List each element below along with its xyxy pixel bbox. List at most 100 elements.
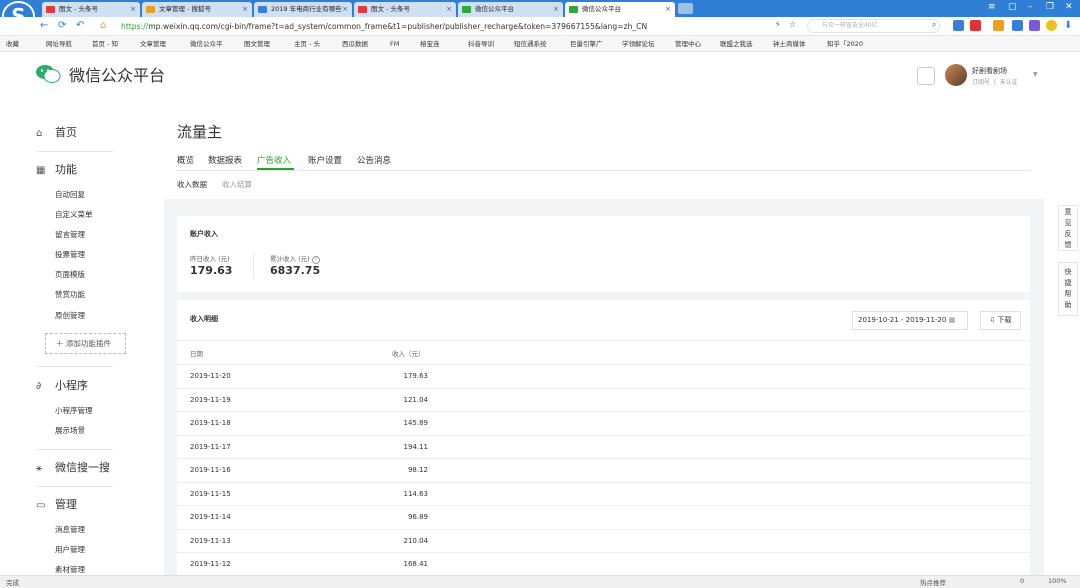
wechat-logo-icon (36, 65, 61, 83)
back-icon[interactable]: ← (40, 20, 48, 31)
tab-label: 微信公众平台 (475, 5, 514, 13)
url-field[interactable]: https://mp.weixin.qq.com/cgi-bin/frame?t… (121, 19, 763, 34)
sidebar-item[interactable]: 用户管理 (55, 544, 85, 555)
browser-tab[interactable]: 文章管理 - 搜狐号 × (142, 2, 252, 17)
chevron-down-icon[interactable]: ▼ (1033, 71, 1038, 78)
bookmark-item[interactable]: 西瓜数据 (342, 39, 368, 49)
bookmark-item[interactable]: 文章管理 (140, 39, 166, 49)
row-income: 194.11 (403, 442, 429, 451)
undo-icon[interactable]: ↶ (76, 20, 84, 31)
close-tab-icon[interactable]: × (665, 2, 671, 17)
cut-icon[interactable] (970, 20, 981, 31)
note-icon[interactable] (1029, 20, 1040, 31)
sidebar-section-0[interactable]: ⌂ 首页 (36, 126, 77, 141)
magnifier-icon[interactable]: ⌕ (932, 20, 936, 30)
sidebar-section-2[interactable]: ∂ 小程序 (36, 379, 88, 394)
subtab-0[interactable]: 收入数据 (177, 179, 207, 190)
bookmark-item[interactable]: 联盟之我选 (720, 39, 753, 49)
feedback-button[interactable]: 意见反馈 (1058, 205, 1078, 251)
browser-search-input[interactable]: 与众一样宣告全40亿 (807, 19, 940, 33)
help-icon[interactable]: ? (311, 256, 320, 264)
bookmark-item[interactable]: 学领解论坛 (622, 39, 655, 49)
skin-icon[interactable]: ▢ (1008, 2, 1017, 12)
download-arrow-icon[interactable]: ⬇ (1064, 20, 1072, 31)
close-tab-icon[interactable]: × (130, 2, 136, 17)
avatar[interactable] (945, 64, 967, 86)
lightning-icon[interactable]: ⚡ (775, 20, 781, 29)
hot-recommend[interactable]: 热点推荐 (920, 577, 946, 587)
sidebar-section-3[interactable]: ⚹ 微信搜一搜 (36, 461, 110, 476)
browser-tab[interactable]: 微信公众平台 × (458, 2, 563, 17)
row-income: 145.89 (403, 419, 429, 427)
new-tab-button[interactable] (678, 3, 693, 14)
mail-icon[interactable] (917, 67, 935, 85)
sidebar-item[interactable]: 消息管理 (55, 524, 85, 535)
date-range-picker[interactable]: 2019-10-21 - 2019-11-20 ▦ (852, 311, 968, 330)
bookmark-item[interactable]: 网址导航 (46, 39, 72, 49)
refresh-icon[interactable]: ⟳ (58, 20, 66, 31)
star-icon[interactable]: ☆ (789, 20, 796, 29)
sidebar-item[interactable]: 小程序管理 (55, 405, 93, 416)
tab-1[interactable]: 数据报表 (208, 154, 242, 166)
tab-4[interactable]: 公告消息 (357, 154, 391, 166)
close-tab-icon[interactable]: × (446, 2, 452, 17)
sidebar-item[interactable]: 原创管理 (55, 310, 85, 321)
tab-2[interactable]: 广告收入 (257, 154, 291, 166)
close-window-icon[interactable]: ✕ (1065, 2, 1073, 12)
download-button[interactable]: ⇩ 下载 (980, 311, 1021, 330)
emoji-icon[interactable] (1046, 20, 1057, 31)
tab-0[interactable]: 概览 (177, 154, 194, 166)
extension-icon[interactable] (953, 20, 964, 31)
close-tab-icon[interactable]: × (342, 2, 348, 17)
subtab-1[interactable]: 收入结算 (222, 179, 252, 190)
bookmark-item[interactable]: 知乎「2020 (827, 39, 863, 49)
account-name[interactable]: 好剧看剧场 (972, 66, 1007, 76)
row-income: 114.63 (403, 489, 429, 498)
browser-tab[interactable]: 图文 - 头条号 × (42, 2, 140, 17)
bookmark-item[interactable]: 榕宝连 (420, 39, 440, 49)
zoom-level[interactable]: 100% (1048, 577, 1067, 585)
quick-help-button[interactable]: 快捷帮助 (1058, 262, 1078, 316)
add-plugin-button[interactable]: ＋ 添加功能插件 (45, 333, 126, 354)
sidebar-item[interactable]: 自定义菜单 (55, 209, 93, 220)
table-row: 2019-11-16 98.12 (177, 458, 1030, 482)
bookmark-item[interactable]: 短信通系统 (514, 39, 547, 49)
tab-3[interactable]: 账户设置 (308, 154, 342, 166)
table-row: 2019-11-19 121.04 (177, 387, 1030, 412)
key-icon[interactable] (993, 20, 1004, 31)
status-bar: 完成 热点推荐 0 100% (0, 575, 1080, 588)
bookmark-item[interactable]: 主页 - 头 (294, 39, 320, 49)
sidebar-item[interactable]: 页面模版 (55, 269, 85, 280)
browser-tab[interactable]: 图文 - 头条号 × (354, 2, 456, 17)
close-tab-icon[interactable]: × (242, 2, 248, 17)
grid-tool-icon[interactable] (1012, 20, 1023, 31)
bookmark-item[interactable]: 钟土商媒体 (773, 39, 806, 49)
mini-program-icon: ∂ (36, 381, 42, 392)
sidebar-item[interactable]: 留言管理 (55, 229, 85, 240)
bookmark-item[interactable]: 图文管理 (244, 39, 270, 49)
sidebar-section-1[interactable]: ▦ 功能 (36, 163, 77, 178)
minimize-icon[interactable]: – (1028, 2, 1033, 12)
bookmark-item[interactable]: 微信公众平 (190, 39, 223, 49)
sidebar-item[interactable]: 素材管理 (55, 564, 85, 575)
browser-tab[interactable]: 2019 年电商行业有哪些 × (254, 2, 352, 17)
home-page-icon[interactable]: ⌂ (100, 20, 106, 31)
notification-count[interactable]: 0 (1020, 577, 1024, 585)
bookmark-item[interactable]: 抖音导训 (468, 39, 494, 49)
sidebar-section-4[interactable]: ▭ 管理 (36, 498, 77, 513)
sidebar-item[interactable]: 投票管理 (55, 249, 85, 260)
bookmark-item[interactable]: FM (390, 39, 399, 49)
restore-icon[interactable]: ❐ (1046, 2, 1054, 12)
total-income-label-text: 累计收入 (元) (270, 255, 310, 263)
menu-icon[interactable]: ≡ (988, 2, 996, 12)
sidebar-item[interactable]: 赞赏功能 (55, 289, 85, 300)
bookmark-item[interactable]: 管理中心 (675, 39, 701, 49)
close-tab-icon[interactable]: × (553, 2, 559, 17)
sidebar-item[interactable]: 展示场景 (55, 425, 85, 436)
bookmark-item[interactable]: 收藏 (6, 39, 19, 49)
bookmark-item[interactable]: 巨量引擎广 (570, 39, 603, 49)
browser-tab[interactable]: 微信公众平台 × (565, 2, 675, 17)
sidebar-item[interactable]: 自动回复 (55, 189, 85, 200)
bookmark-item[interactable]: 首页 - 知 (92, 39, 118, 49)
favicon-icon (462, 6, 471, 13)
